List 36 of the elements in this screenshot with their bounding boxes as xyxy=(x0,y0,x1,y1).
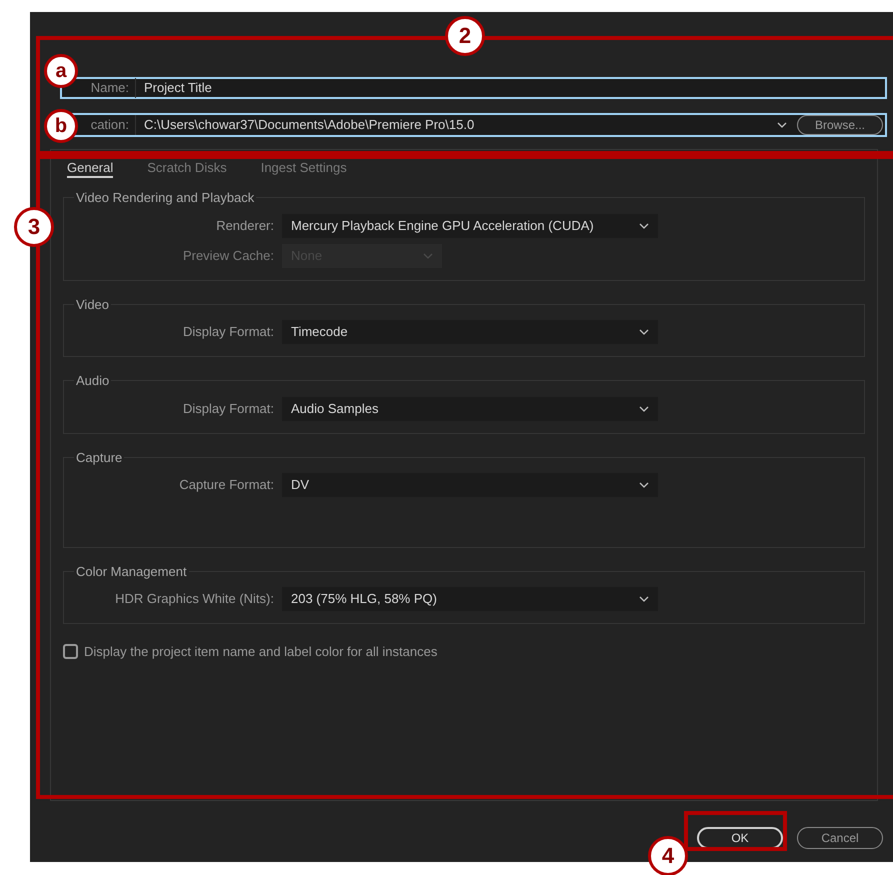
cancel-button[interactable]: Cancel xyxy=(797,827,883,849)
dropdown[interactable]: 203 (75% HLG, 58% PQ) xyxy=(282,587,658,611)
tab[interactable]: General xyxy=(67,158,114,178)
chevron-down-icon xyxy=(423,252,433,258)
group-title: Color Management xyxy=(75,562,188,581)
dropdown[interactable]: DV xyxy=(282,473,658,497)
dropdown[interactable]: Audio Samples xyxy=(282,396,658,420)
field-label: Renderer: xyxy=(215,216,274,235)
location-dropdown[interactable]: C:\Users\chowar37\Documents\Adobe\Premiere Pro\15.0 xyxy=(136,115,797,135)
field-label: HDR Graphics White (Nits): xyxy=(114,590,274,608)
callout-badge: 3 xyxy=(14,207,54,247)
chevron-down-icon xyxy=(639,596,649,602)
name-input[interactable]: Project Title xyxy=(136,78,212,98)
ok-button[interactable]: OK xyxy=(697,827,783,849)
chevron-down-icon xyxy=(639,482,649,488)
dropdown[interactable]: Timecode xyxy=(282,320,658,344)
group-title: Capture xyxy=(75,448,124,467)
field-label: Display Format: xyxy=(182,400,274,418)
group-title: Video Rendering and Playback xyxy=(75,189,256,207)
group-title: Video xyxy=(75,296,110,314)
chevron-down-icon xyxy=(639,329,649,335)
tab[interactable]: Scratch Disks xyxy=(147,158,227,178)
checkbox-label: Display the project item name and label color for all instances xyxy=(84,643,438,661)
field-label: Name: xyxy=(90,79,129,98)
chevron-down-icon xyxy=(639,222,649,228)
checkbox[interactable] xyxy=(63,644,78,660)
field-label: cation: xyxy=(90,116,129,134)
field-label: Preview Cache: xyxy=(182,246,274,265)
field-label: Display Format: xyxy=(182,323,274,342)
chevron-down-icon xyxy=(639,406,649,412)
group-title: Audio xyxy=(75,372,110,390)
dropdown[interactable]: Mercury Playback Engine GPU Acceleration (CUDA) xyxy=(282,214,658,238)
field-label: Capture Format: xyxy=(178,476,274,494)
browse-button[interactable]: Browse... xyxy=(797,115,883,135)
tab[interactable]: Ingest Settings xyxy=(260,158,347,178)
chevron-down-icon xyxy=(777,122,787,128)
